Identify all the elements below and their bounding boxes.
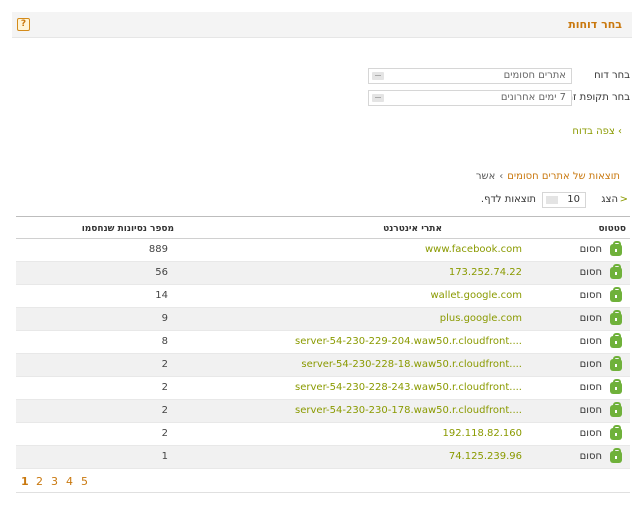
table-row: חסום server-54-230-229-204.waw50.r.cloudf… (16, 331, 630, 354)
table-row: חסום www.facebook.com 889 (16, 239, 630, 262)
per-page-suffix: תוצאות לדף. (480, 194, 536, 205)
blocked-sites-report-page: ? בחר דוחות בחר דוח אתרים חסומים בחר תקו… (0, 0, 644, 518)
blocked-count: 2 (161, 405, 168, 416)
blocked-count: 14 (155, 290, 168, 301)
status-text: חסום (579, 405, 602, 416)
site-link[interactable]: server-54-230-228-243.waw50.r.cloudfront… (295, 382, 522, 393)
lock-icon (610, 333, 622, 348)
lock-icon (610, 241, 622, 256)
status-text: חסום (579, 428, 602, 439)
page-link-1[interactable]: 1 (21, 475, 29, 488)
table-row: חסום 74.125.239.96 1 (16, 446, 630, 469)
status-text: חסום (579, 290, 602, 301)
status-text: חסום (579, 267, 602, 278)
help-icon[interactable]: ? (17, 18, 30, 31)
status-text: חסום (579, 359, 602, 370)
status-text: חסום (579, 313, 602, 324)
view-report-link[interactable]: › צפה בדוח (572, 126, 622, 137)
table-row: חסום wallet.google.com 14 (16, 285, 630, 308)
header-site: אתרי אינטרנט (383, 224, 442, 234)
site-link[interactable]: www.facebook.com (425, 244, 522, 255)
lock-icon (610, 379, 622, 394)
dropdown-arrow-icon (546, 196, 558, 204)
report-select-label: בחר דוח (594, 70, 630, 81)
table-row: חסום 173.252.74.22 56 (16, 262, 630, 285)
lock-icon (610, 310, 622, 325)
show-label: הצג (601, 194, 618, 205)
lock-icon (610, 425, 622, 440)
site-link[interactable]: 74.125.239.96 (449, 451, 522, 462)
per-page-select[interactable]: 10 (542, 192, 586, 208)
site-link[interactable]: server-54-230-228-18.waw50.r.cloudfront.… (301, 359, 522, 370)
breadcrumb-separator: › (499, 171, 504, 182)
blocked-count: 56 (155, 267, 168, 278)
site-link[interactable]: 192.118.82.160 (442, 428, 522, 439)
report-select-row: בחר דוח אתרים חסומים (340, 68, 630, 84)
dropdown-arrow-icon (372, 72, 384, 80)
pagination: 12345 (16, 471, 630, 493)
period-select-value: 7 ימים אחרונים (500, 92, 566, 103)
site-link[interactable]: wallet.google.com (430, 290, 522, 301)
table-header: סטטוס אתרי אינטרנט מספר נסיונות שנחסמו (16, 217, 630, 239)
report-select[interactable]: אתרים חסומים (368, 68, 572, 84)
lock-icon (610, 402, 622, 417)
page-link-2[interactable]: 2 (36, 475, 43, 488)
lock-icon (610, 264, 622, 279)
period-select[interactable]: 7 ימים אחרונים (368, 90, 572, 106)
page-link-5[interactable]: 5 (81, 475, 88, 488)
per-page-value: 10 (567, 194, 580, 205)
dropdown-arrow-icon (372, 94, 384, 102)
confirm-link[interactable]: אשר (476, 171, 495, 182)
header-count: מספר נסיונות שנחסמו (81, 224, 174, 234)
period-select-row: בחר תקופת זמן 7 ימים אחרונים (340, 90, 630, 106)
status-text: חסום (579, 244, 602, 255)
site-link[interactable]: server-54-230-229-204.waw50.r.cloudfront… (295, 336, 522, 347)
site-link[interactable]: plus.google.com (440, 313, 522, 324)
page-link-3[interactable]: 3 (51, 475, 58, 488)
results-per-page: < הצג 10 תוצאות לדף. (468, 192, 628, 208)
blocked-count: 2 (161, 428, 168, 439)
results-table: סטטוס אתרי אינטרנט מספר נסיונות שנחסמו ח… (16, 216, 630, 469)
blocked-count: 889 (148, 244, 168, 255)
results-title: תוצאות של אתרים חסומים (507, 171, 620, 182)
blocked-count: 2 (161, 359, 168, 370)
report-select-value: אתרים חסומים (503, 70, 566, 81)
status-text: חסום (579, 451, 602, 462)
period-select-label: בחר תקופת זמן (563, 92, 630, 103)
status-text: חסום (579, 382, 602, 393)
page-title: בחר דוחות (568, 18, 622, 31)
status-text: חסום (579, 336, 602, 347)
table-row: חסום 192.118.82.160 2 (16, 423, 630, 446)
table-row: חסום server-54-230-230-178.waw50.r.cloudf… (16, 400, 630, 423)
header-bar: ? בחר דוחות (12, 12, 632, 38)
site-link[interactable]: server-54-230-230-178.waw50.r.cloudfront… (295, 405, 522, 416)
header-status: סטטוס (598, 224, 626, 234)
blocked-count: 9 (161, 313, 168, 324)
page-link-4[interactable]: 4 (66, 475, 73, 488)
table-row: חסום plus.google.com 9 (16, 308, 630, 331)
lock-icon (610, 356, 622, 371)
table-row: חסום server-54-230-228-243.waw50.r.cloudf… (16, 377, 630, 400)
lock-icon (610, 287, 622, 302)
site-link[interactable]: 173.252.74.22 (449, 267, 522, 278)
blocked-count: 1 (161, 451, 168, 462)
blocked-count: 8 (161, 336, 168, 347)
results-breadcrumb: תוצאות של אתרים חסומים› אשר (476, 171, 620, 182)
lock-icon (610, 448, 622, 463)
table-row: חסום server-54-230-228-18.waw50.r.cloudfr… (16, 354, 630, 377)
table-body: חסום www.facebook.com 889 חסום 173.252.74.22… (16, 239, 630, 469)
chevron-left-icon: < (619, 194, 628, 205)
blocked-count: 2 (161, 382, 168, 393)
